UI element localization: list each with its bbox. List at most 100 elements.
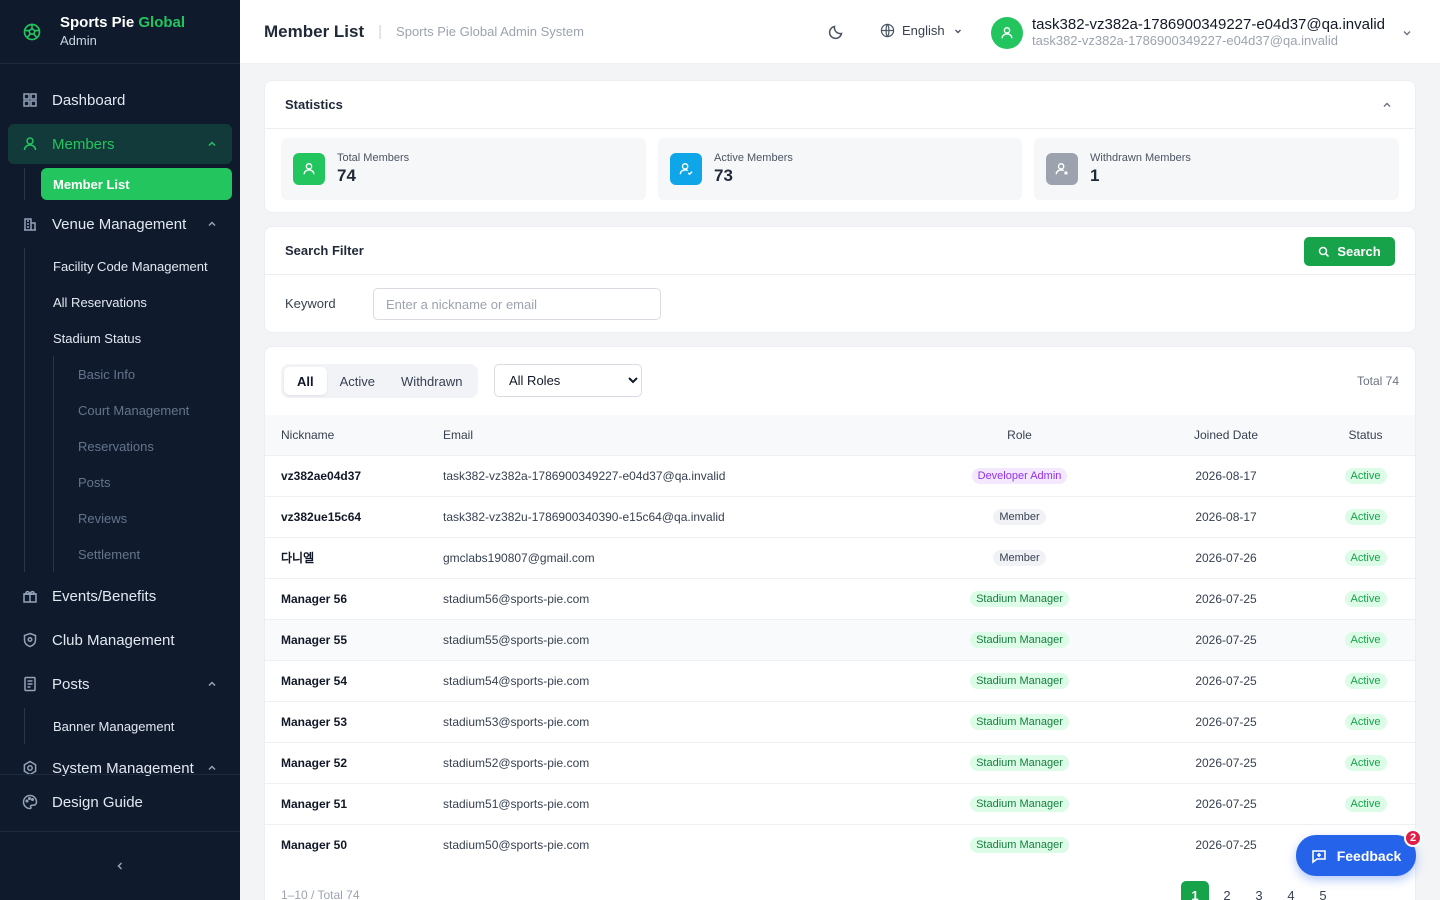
stadium-submenu: Basic Info Court Management Reservations… bbox=[53, 356, 240, 572]
cell-role: Stadium Manager bbox=[903, 782, 1137, 824]
sidebar-item-events-benefits[interactable]: Events/Benefits bbox=[8, 576, 232, 616]
table-row[interactable]: Manager 54 stadium54@sports-pie.com Stad… bbox=[265, 659, 1415, 701]
prev-page-button[interactable] bbox=[1149, 881, 1177, 900]
cell-email: task382-vz382a-1786900349227-e04d37@qa.i… bbox=[443, 454, 903, 496]
sidebar-item-settlement[interactable]: Settlement bbox=[54, 536, 240, 572]
feedback-button[interactable]: Feedback bbox=[1296, 835, 1416, 876]
table-row[interactable]: vz382ue15c64 task382-vz382u-178690034039… bbox=[265, 495, 1415, 537]
user-icon bbox=[293, 153, 325, 185]
keyword-label: Keyword bbox=[285, 296, 336, 311]
user-icon bbox=[1001, 26, 1013, 38]
status-badge: Active bbox=[1344, 508, 1387, 525]
last-page-button[interactable] bbox=[1373, 881, 1401, 900]
user-name: task382-vz382a-1786900349227-e04d37@qa.i… bbox=[1032, 16, 1385, 33]
page-button-1[interactable]: 1 bbox=[1181, 881, 1209, 900]
sidebar-item-posts[interactable]: Posts bbox=[54, 464, 240, 500]
cell-date: 2026-08-17 bbox=[1136, 454, 1317, 496]
cell-email: stadium54@sports-pie.com bbox=[443, 659, 903, 701]
page-button-4[interactable]: 4 bbox=[1277, 881, 1305, 900]
column-header-status[interactable]: Status bbox=[1316, 415, 1415, 455]
sidebar-item-label: Dashboard bbox=[52, 91, 126, 109]
page-button-2[interactable]: 2 bbox=[1213, 881, 1241, 900]
user-email: task382-vz382a-1786900349227-e04d37@qa.i… bbox=[1032, 33, 1338, 48]
table-row[interactable]: Manager 53 stadium53@sports-pie.com Stad… bbox=[265, 700, 1415, 742]
cell-status: Active bbox=[1316, 495, 1415, 537]
column-header-email[interactable]: Email bbox=[443, 415, 903, 455]
status-badge: Active bbox=[1344, 631, 1387, 648]
user-menu[interactable]: task382-vz382a-1786900349227-e04d37@qa.i… bbox=[991, 16, 1411, 49]
page-button-3[interactable]: 3 bbox=[1245, 881, 1273, 900]
posts-submenu: Banner Management bbox=[24, 708, 240, 744]
sidebar-item-member-list[interactable]: Member List bbox=[41, 168, 232, 200]
language-selector[interactable]: English bbox=[880, 23, 963, 38]
sidebar-item-venue-management[interactable]: Venue Management bbox=[8, 204, 232, 244]
sidebar-item-reservations[interactable]: Reservations bbox=[54, 428, 240, 464]
chevron-up-icon[interactable] bbox=[1381, 99, 1393, 111]
table-row[interactable]: Manager 56 stadium56@sports-pie.com Stad… bbox=[265, 577, 1415, 619]
page-button-5[interactable]: 5 bbox=[1309, 881, 1337, 900]
sidebar-item-basic-info[interactable]: Basic Info bbox=[54, 356, 240, 392]
role-badge: Stadium Manager bbox=[970, 713, 1069, 730]
sidebar-item-members[interactable]: Members bbox=[8, 124, 232, 164]
status-badge: Active bbox=[1344, 549, 1387, 566]
sidebar-item-all-reservations[interactable]: All Reservations bbox=[41, 284, 240, 320]
brand-accent: Global bbox=[138, 13, 186, 31]
brand[interactable]: Sports Pie Global Admin bbox=[0, 0, 240, 64]
sidebar-collapse-button[interactable] bbox=[0, 831, 240, 900]
next-page-button[interactable] bbox=[1341, 881, 1369, 900]
soccer-ball-icon bbox=[23, 23, 41, 40]
cell-nickname: Manager 51 bbox=[265, 782, 443, 824]
column-header-role[interactable]: Role bbox=[903, 415, 1136, 455]
role-badge: Stadium Manager bbox=[970, 795, 1069, 812]
tab-active[interactable]: Active bbox=[327, 367, 388, 395]
sidebar-item-reviews[interactable]: Reviews bbox=[54, 500, 240, 536]
cell-nickname: Manager 52 bbox=[265, 741, 443, 783]
keyword-input[interactable] bbox=[373, 288, 661, 320]
cell-status: Active bbox=[1316, 618, 1415, 660]
table-row[interactable]: Manager 50 stadium50@sports-pie.com Stad… bbox=[265, 823, 1415, 865]
table-header-row: Nickname Email Role Joined Date Status bbox=[265, 415, 1415, 455]
sidebar-item-banner-management[interactable]: Banner Management bbox=[41, 708, 240, 744]
search-button[interactable]: Search bbox=[1304, 237, 1395, 266]
sidebar-item-facility-code[interactable]: Facility Code Management bbox=[41, 248, 240, 284]
first-page-button[interactable] bbox=[1117, 881, 1145, 900]
search-filter-card: Search Filter Search Keyword bbox=[264, 226, 1416, 333]
table-row[interactable]: vz382ae04d37 task382-vz382a-178690034922… bbox=[265, 454, 1415, 496]
stat-withdrawn-members: Withdrawn Members 1 bbox=[1034, 138, 1399, 200]
column-header-nickname[interactable]: Nickname bbox=[265, 415, 443, 455]
sidebar-item-club-management[interactable]: Club Management bbox=[8, 620, 232, 660]
status-badge: Active bbox=[1344, 713, 1387, 730]
role-badge: Member bbox=[993, 508, 1046, 525]
role-badge: Member bbox=[993, 549, 1046, 566]
cell-role: Developer Admin bbox=[903, 454, 1137, 496]
sidebar-item-dashboard[interactable]: Dashboard bbox=[8, 80, 232, 120]
stat-label: Withdrawn Members bbox=[1090, 152, 1191, 164]
role-select[interactable]: All Roles bbox=[494, 364, 642, 397]
tab-all[interactable]: All bbox=[284, 367, 327, 395]
column-header-joined-date[interactable]: Joined Date bbox=[1136, 415, 1316, 455]
shield-icon bbox=[23, 632, 37, 648]
table-row[interactable]: 다니엘 gmclabs190807@gmail.com Member 2026-… bbox=[265, 536, 1415, 578]
statistics-header[interactable]: Statistics bbox=[265, 81, 1415, 129]
table-row[interactable]: Manager 51 stadium51@sports-pie.com Stad… bbox=[265, 782, 1415, 824]
sidebar-item-stadium-status[interactable]: Stadium Status bbox=[41, 320, 240, 356]
sidebar-item-court-management[interactable]: Court Management bbox=[54, 392, 240, 428]
cell-email: task382-vz382u-1786900340390-e15c64@qa.i… bbox=[443, 495, 903, 537]
cell-email: stadium55@sports-pie.com bbox=[443, 618, 903, 660]
total-count: Total 74 bbox=[1356, 374, 1399, 388]
sidebar-item-label: Posts bbox=[52, 675, 90, 693]
moon-icon[interactable] bbox=[828, 24, 844, 40]
cell-date: 2026-07-25 bbox=[1136, 659, 1317, 701]
sidebar-item-label: Members bbox=[52, 135, 115, 153]
system-name: Sports Pie Global Admin System bbox=[396, 24, 584, 39]
role-badge: Stadium Manager bbox=[970, 836, 1069, 853]
role-badge: Stadium Manager bbox=[970, 631, 1069, 648]
cell-nickname: vz382ae04d37 bbox=[265, 454, 443, 496]
members-submenu: Member List bbox=[24, 168, 240, 200]
tab-withdrawn[interactable]: Withdrawn bbox=[388, 367, 475, 395]
sidebar-item-design-guide[interactable]: Design Guide bbox=[8, 782, 232, 822]
sidebar-item-posts-menu[interactable]: Posts bbox=[8, 664, 232, 704]
table-row[interactable]: Manager 55 stadium55@sports-pie.com Stad… bbox=[265, 618, 1415, 660]
table-row[interactable]: Manager 52 stadium52@sports-pie.com Stad… bbox=[265, 741, 1415, 783]
chevron-up-icon bbox=[208, 765, 216, 771]
